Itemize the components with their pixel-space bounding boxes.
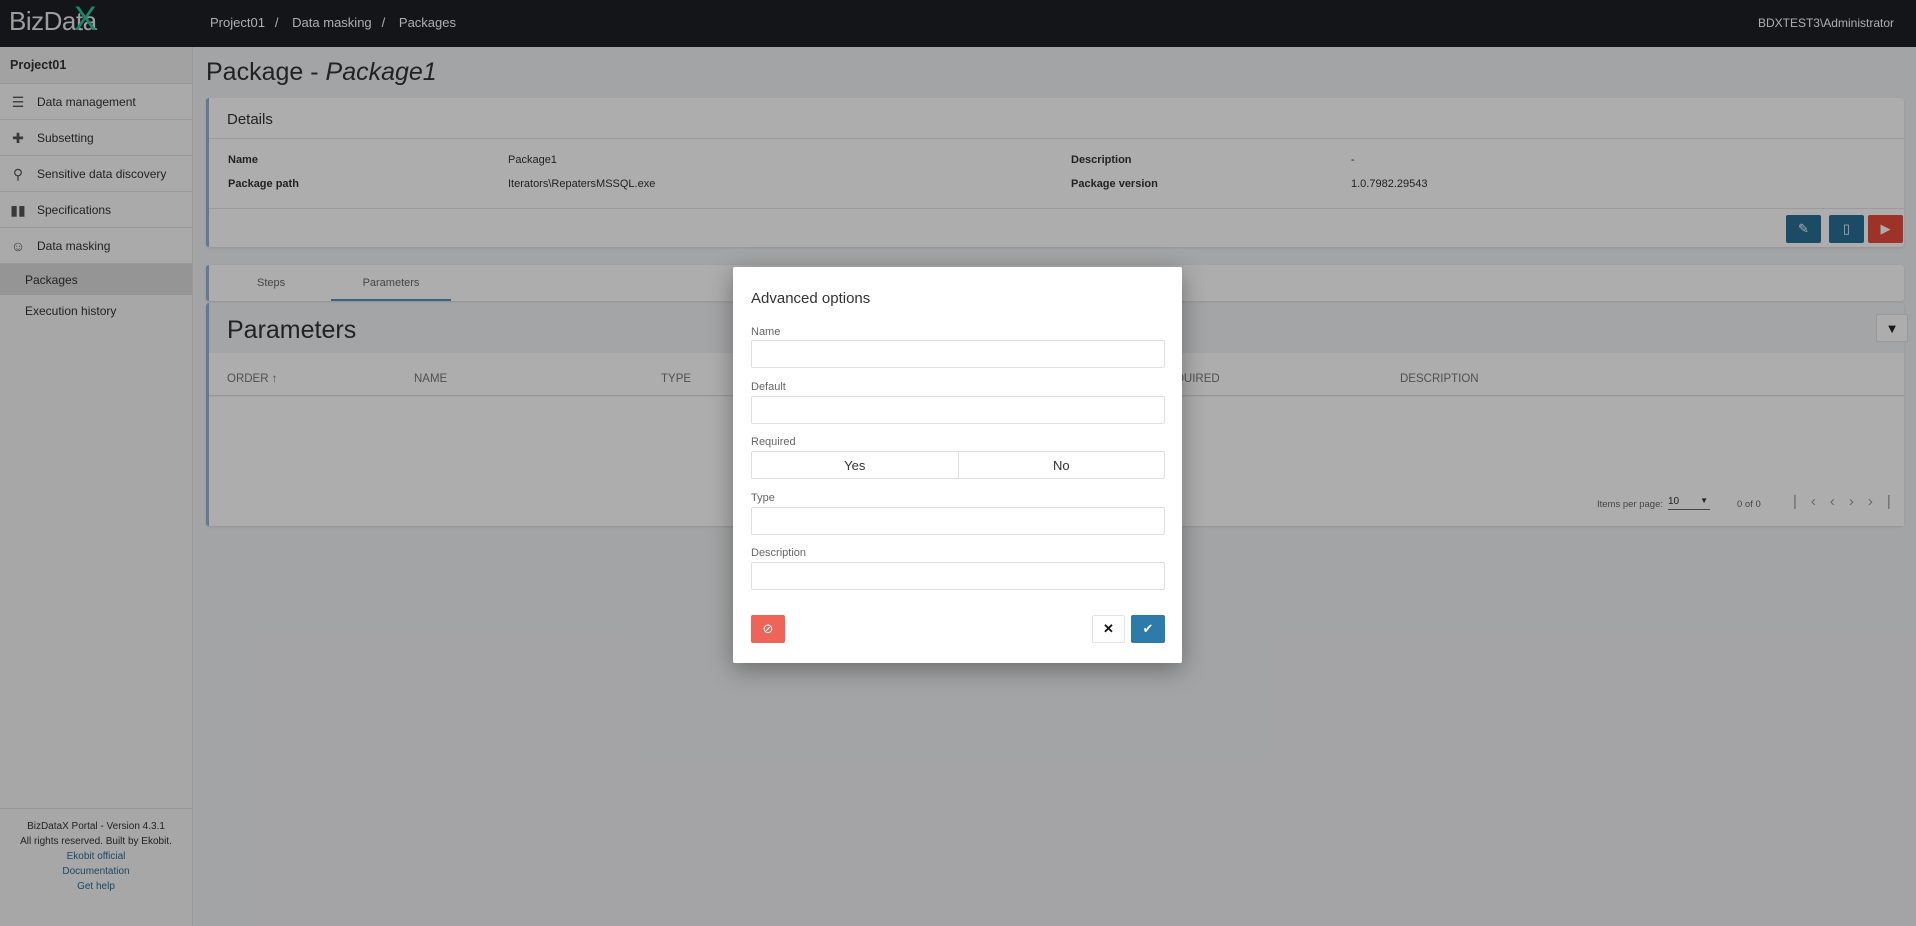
close-icon: ✕ xyxy=(1103,621,1114,636)
required-yes-button[interactable]: Yes xyxy=(752,452,958,478)
cancel-button[interactable]: ✕ xyxy=(1092,615,1125,643)
advanced-options-dialog: Advanced options Name Default Required Y… xyxy=(733,267,1182,663)
name-label: Name xyxy=(751,326,781,338)
required-no-button[interactable]: No xyxy=(957,452,1165,478)
default-label: Default xyxy=(751,381,786,393)
required-label: Required xyxy=(751,436,796,448)
type-label: Type xyxy=(751,492,775,504)
check-icon: ✔ xyxy=(1142,621,1154,636)
type-input[interactable] xyxy=(751,507,1165,535)
description-input[interactable] xyxy=(751,562,1165,590)
clear-button[interactable]: ⊘ xyxy=(751,615,785,643)
ban-icon: ⊘ xyxy=(762,621,774,636)
default-input[interactable] xyxy=(751,396,1165,424)
confirm-button[interactable]: ✔ xyxy=(1131,615,1165,643)
dialog-title: Advanced options xyxy=(751,290,871,307)
name-input[interactable] xyxy=(751,340,1165,368)
required-toggle: Yes No xyxy=(751,451,1165,479)
description-label: Description xyxy=(751,547,807,559)
